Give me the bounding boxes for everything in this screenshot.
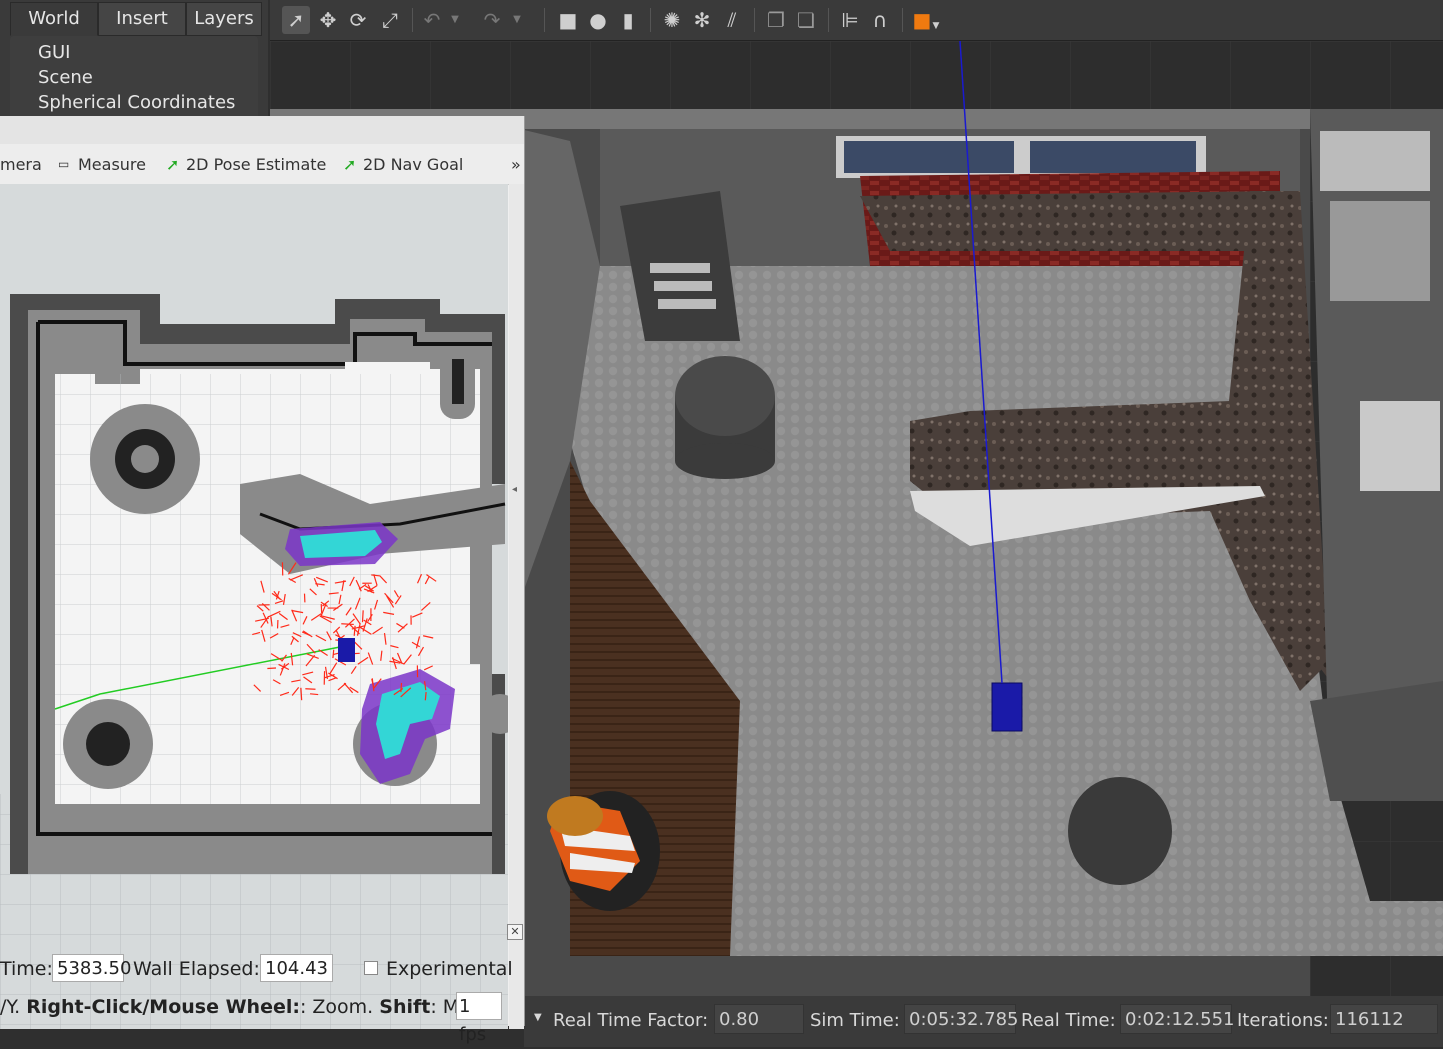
gazebo-toolbar: ➚ ✥ ⟳ ⤢ ↶ ▼ ↷ ▼ ■ ● ▮ ✺ ✻ ⫽ ❐ ❏ ⊫ ∩ ■ ▼ [270, 0, 1443, 41]
point-light-icon[interactable]: ✺ [658, 6, 686, 34]
tree-item-spherical-coordinates[interactable]: Spherical Coordinates [38, 92, 235, 113]
box-shape-icon[interactable]: ■ [554, 6, 582, 34]
rviz-window: mera ▭ Measure ➚ 2D Pose Estimate ➚ 2D N… [0, 116, 525, 1026]
rotate-icon[interactable]: ⟳ [344, 6, 372, 34]
real-time-factor-value: 0.80 [714, 1004, 804, 1034]
undo-icon[interactable]: ↶ [418, 6, 446, 34]
particle-arrow [401, 683, 402, 692]
rviz-hint-bar: /Y. Right-Click/Mouse Wheel:: Zoom. Shif… [0, 988, 524, 1026]
experimental-checkbox[interactable] [364, 961, 378, 975]
spot-light-icon[interactable]: ✻ [688, 6, 716, 34]
paste-icon[interactable]: ❏ [792, 6, 820, 34]
sphere-shape-icon[interactable]: ● [584, 6, 612, 34]
gazebo-status-bar: ▼ Real Time Factor: 0.80 Sim Time: 0:05:… [524, 996, 1443, 1047]
rviz-scrollbar[interactable]: ◂ [509, 184, 524, 1029]
toolbar-overflow-icon[interactable]: » [511, 155, 521, 174]
snap-icon[interactable]: ∩ [866, 6, 894, 34]
particle-arrow [301, 688, 302, 700]
particle-arrow [425, 692, 426, 700]
goal-arrow-icon: ➚ [343, 155, 356, 174]
status-menu-icon[interactable]: ▼ [534, 1012, 542, 1023]
particle-arrow [341, 624, 354, 625]
particle-arrow [363, 610, 364, 622]
wall-elapsed-label: Wall Elapsed: [133, 958, 260, 980]
directional-light-icon[interactable]: ⫽ [718, 6, 746, 34]
tool-2d-nav-goal[interactable]: 2D Nav Goal [363, 155, 463, 174]
map-render [0, 184, 508, 1029]
wall-elapsed-field[interactable]: 104.43 [260, 954, 333, 982]
rviz-title-area [0, 116, 524, 144]
rviz-map-view[interactable] [0, 184, 508, 1029]
fps-field: 1 fps [456, 992, 502, 1020]
sim-time-label: Sim Time: [810, 1010, 900, 1031]
hint-text: /Y. Right-Click/Mouse Wheel:: Zoom. Shif… [0, 996, 490, 1018]
align-icon[interactable]: ⊫ [836, 6, 864, 34]
world-tree: GUI Scene Spherical Coordinates [10, 36, 258, 120]
tab-insert[interactable]: Insert [98, 2, 186, 36]
particle-arrow [333, 650, 334, 658]
redo-menu-icon[interactable]: ▼ [510, 6, 524, 34]
scale-icon[interactable]: ⤢ [376, 6, 404, 34]
real-time-label: Real Time: [1021, 1010, 1116, 1031]
tool-camera[interactable]: mera [0, 155, 42, 174]
experimental-label: Experimental [386, 958, 513, 980]
tab-world[interactable]: World [10, 2, 98, 36]
cylinder-shape-icon[interactable]: ▮ [614, 6, 642, 34]
tool-2d-pose-estimate[interactable]: 2D Pose Estimate [186, 155, 326, 174]
undo-menu-icon[interactable]: ▼ [448, 6, 462, 34]
select-arrow-icon[interactable]: ➚ [282, 6, 310, 34]
pose-arrow-icon: ➚ [166, 155, 179, 174]
redo-icon[interactable]: ↷ [478, 6, 506, 34]
ruler-icon: ▭ [58, 157, 69, 171]
ros-time-field[interactable]: 5383.50 [52, 954, 124, 982]
gazebo-left-panel: World Insert Layers GUI Scene Spherical … [0, 0, 268, 120]
rviz-toolbar: mera ▭ Measure ➚ 2D Pose Estimate ➚ 2D N… [0, 144, 524, 185]
particle-arrow [310, 694, 318, 695]
tree-item-scene[interactable]: Scene [38, 67, 93, 88]
tool-measure[interactable]: Measure [78, 155, 146, 174]
real-time-factor-label: Real Time Factor: [553, 1010, 708, 1031]
tab-layers[interactable]: Layers [186, 2, 262, 36]
translate-icon[interactable]: ✥ [314, 6, 342, 34]
view-angle-menu-icon[interactable]: ▼ [930, 12, 942, 40]
ros-time-label: Time: [0, 958, 53, 980]
copy-icon[interactable]: ❐ [762, 6, 790, 34]
iterations-value: 116112 [1330, 1004, 1438, 1034]
iterations-label: Iterations: [1237, 1010, 1329, 1031]
real-time-value: 0:02:12.551 [1120, 1004, 1232, 1034]
close-panel-icon[interactable]: ✕ [507, 924, 523, 940]
tree-item-gui[interactable]: GUI [38, 42, 70, 63]
sim-time-value: 0:05:32.785 [904, 1004, 1016, 1034]
